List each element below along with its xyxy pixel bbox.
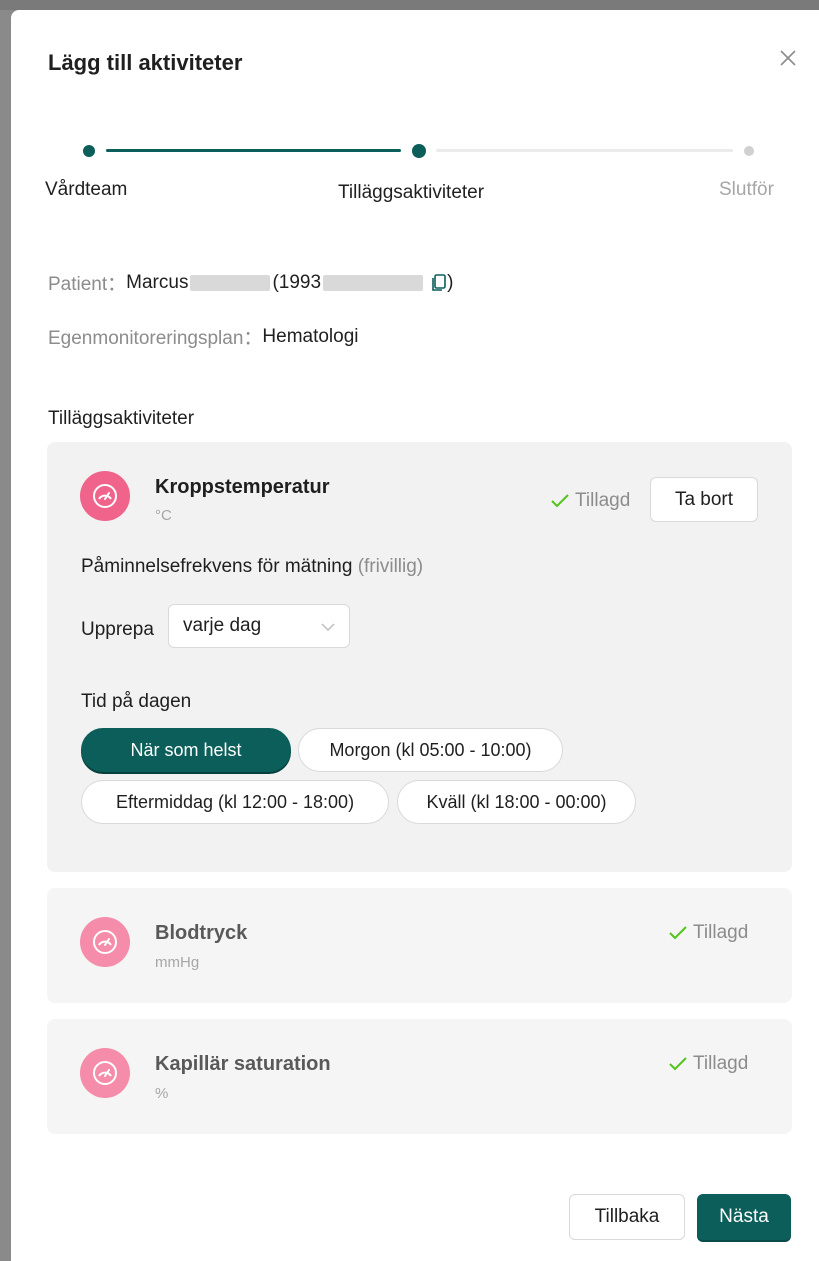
gauge-icon (93, 1061, 117, 1085)
plan-label: Egenmonitoreringsplan： (48, 328, 263, 349)
patient-id-prefix: (1993 (272, 271, 322, 293)
status-added: Tillagd (551, 490, 630, 512)
status-added: Tillagd (669, 922, 748, 944)
copy-icon[interactable] (431, 273, 447, 292)
step-label-tillagg: Tilläggsaktiviteter (338, 182, 485, 203)
step-dot-slutfor (744, 146, 754, 156)
status-added-label: Tillagd (693, 922, 749, 943)
close-icon (780, 50, 796, 66)
activity-name: Kapillär saturation (155, 1053, 331, 1075)
activity-name: Blodtryck (155, 922, 248, 944)
time-option-anytime[interactable]: När som helst (81, 728, 291, 772)
status-added-label: Tillagd (693, 1053, 749, 1074)
activity-icon-bg (80, 1048, 130, 1098)
reminder-title: Påminnelsefrekvens för mätning (frivilli… (81, 556, 423, 578)
activity-name: Kroppstemperatur (155, 476, 330, 498)
time-option-morning[interactable]: Morgon (kl 05:00 - 10:00) (298, 728, 563, 772)
gauge-icon (93, 930, 117, 954)
back-button[interactable]: Tillbaka (569, 1194, 685, 1240)
activity-icon-bg (80, 471, 130, 521)
step-dot-vardteam (83, 145, 95, 157)
close-button[interactable] (774, 44, 802, 72)
add-activities-modal: Lägg till aktiviteter Vårdteam Tilläggsa… (11, 10, 819, 1261)
backdrop (0, 0, 819, 10)
check-icon (669, 1057, 687, 1071)
step-label-vardteam: Vårdteam (45, 179, 128, 200)
reminder-title-text: Påminnelsefrekvens för mätning (81, 556, 353, 577)
step-label-slutfor: Slutför (719, 179, 774, 200)
activity-card-kroppstemperatur: Kroppstemperatur °C Tillagd Ta bort Påmi… (47, 442, 792, 872)
activity-card-blodtryck: Blodtryck mmHg Tillagd (47, 888, 792, 1003)
gauge-icon (93, 484, 117, 508)
section-title: Tilläggsaktiviteter (48, 408, 195, 429)
activity-unit: % (155, 1085, 169, 1102)
check-icon (669, 926, 687, 940)
repeat-select-value: varje dag (183, 615, 262, 636)
status-added: Tillagd (669, 1053, 748, 1075)
chevron-down-icon (321, 623, 335, 631)
status-added-label: Tillagd (575, 490, 631, 511)
patient-label: Patient： (48, 274, 127, 295)
check-icon (551, 494, 569, 508)
repeat-label: Upprepa (81, 619, 154, 640)
patient-id-redacted (323, 274, 424, 291)
plan-value: Hematologi (262, 325, 359, 347)
step-dot-tillagg (412, 144, 426, 158)
remove-button[interactable]: Ta bort (650, 477, 758, 522)
patient-name-redacted (190, 274, 271, 291)
activity-icon-bg (80, 917, 130, 967)
time-of-day-label: Tid på dagen (81, 691, 192, 712)
plan-row: Egenmonitoreringsplan： Hematologi (48, 323, 359, 350)
patient-row: Patient： Marcus (1993 ) (48, 269, 453, 296)
patient-id-suffix: ) (447, 271, 454, 293)
reminder-optional: (frivillig) (357, 556, 424, 577)
activity-unit: mmHg (155, 954, 200, 971)
modal-title: Lägg till aktiviteter (48, 50, 243, 75)
time-option-afternoon[interactable]: Eftermiddag (kl 12:00 - 18:00) (81, 780, 389, 824)
patient-first-name: Marcus (126, 271, 189, 293)
time-option-evening[interactable]: Kväll (kl 18:00 - 00:00) (397, 780, 636, 824)
activity-card-kapillar-saturation: Kapillär saturation % Tillagd (47, 1019, 792, 1134)
step-line-2 (436, 149, 733, 152)
next-button[interactable]: Nästa (697, 1194, 791, 1240)
repeat-select[interactable]: varje dag (168, 604, 350, 648)
step-line-1 (106, 149, 401, 152)
activity-unit: °C (155, 507, 172, 524)
